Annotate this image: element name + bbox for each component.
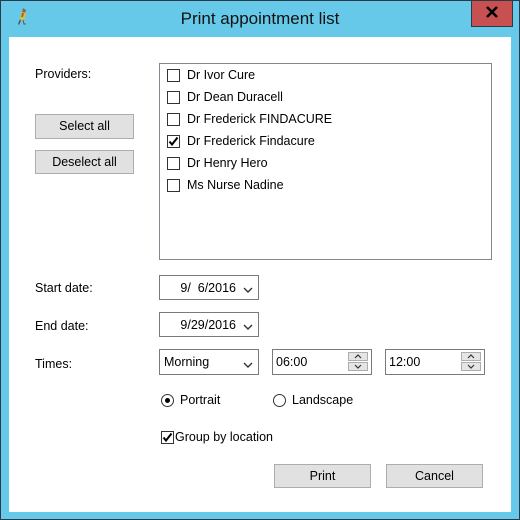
- provider-item[interactable]: Ms Nurse Nadine: [167, 175, 284, 195]
- chevron-down-icon[interactable]: [243, 320, 253, 334]
- provider-checkbox[interactable]: [167, 134, 180, 148]
- radio-button-selected[interactable]: [161, 393, 174, 407]
- provider-name: Dr Frederick Findacure: [187, 134, 315, 148]
- close-icon: [485, 6, 499, 21]
- spin-down-button[interactable]: [461, 362, 481, 371]
- radio-button[interactable]: [273, 393, 286, 407]
- landscape-label: Landscape: [292, 393, 354, 407]
- spin-down-button[interactable]: [348, 362, 368, 371]
- end-date-value: 9/29/2016: [180, 318, 236, 332]
- provider-item[interactable]: Dr Dean Duracell: [167, 87, 283, 107]
- chevron-down-icon[interactable]: [243, 358, 253, 372]
- group-by-location-label: Group by location: [175, 430, 273, 444]
- spin-up-button[interactable]: [461, 352, 481, 361]
- checkbox[interactable]: [161, 430, 174, 444]
- portrait-radio[interactable]: Portrait: [161, 393, 220, 407]
- provider-name: Dr Ivor Cure: [187, 68, 256, 82]
- provider-name: Ms Nurse Nadine: [187, 178, 284, 192]
- end-time-spinner[interactable]: 12:00: [385, 349, 485, 375]
- start-time-value[interactable]: 06:00: [276, 355, 307, 369]
- portrait-label: Portrait: [180, 393, 221, 407]
- checkmark-icon: [162, 432, 173, 442]
- start-time-spinner[interactable]: 06:00: [272, 349, 372, 375]
- provider-checkbox[interactable]: [167, 68, 180, 82]
- provider-checkbox[interactable]: [167, 112, 180, 126]
- end-date-label: End date:: [35, 319, 89, 333]
- provider-item[interactable]: Dr Frederick Findacure: [167, 131, 315, 151]
- provider-item[interactable]: Dr Frederick FINDACURE: [167, 109, 332, 129]
- chevron-up-icon: [467, 354, 475, 359]
- deselect-all-button[interactable]: Deselect all: [35, 150, 134, 174]
- providers-label: Providers:: [35, 67, 92, 81]
- start-date-label: Start date:: [35, 281, 93, 295]
- cancel-button[interactable]: Cancel: [386, 464, 483, 488]
- provider-name: Dr Dean Duracell: [187, 90, 283, 104]
- chevron-down-icon: [467, 364, 475, 369]
- close-button[interactable]: [471, 1, 513, 27]
- print-button[interactable]: Print: [274, 464, 371, 488]
- select-all-button[interactable]: Select all: [35, 114, 134, 139]
- start-date-value: 9/ 6/2016: [180, 281, 236, 295]
- landscape-radio[interactable]: Landscape: [273, 393, 353, 407]
- chevron-down-icon[interactable]: [243, 283, 253, 297]
- chevron-up-icon: [354, 354, 362, 359]
- spin-up-button[interactable]: [348, 352, 368, 361]
- time-period-value: Morning: [164, 355, 210, 369]
- dialog-window: Print appointment list Providers: Select…: [0, 0, 520, 520]
- times-label: Times:: [35, 357, 73, 371]
- dialog-content: Providers: Select all Deselect all Dr Iv…: [9, 37, 511, 512]
- checkmark-icon: [168, 136, 179, 146]
- start-date-picker[interactable]: 9/ 6/2016: [159, 275, 259, 300]
- time-period-select[interactable]: Morning: [159, 349, 259, 375]
- chevron-down-icon: [354, 364, 362, 369]
- provider-item[interactable]: Dr Henry Hero: [167, 153, 268, 173]
- end-date-picker[interactable]: 9/29/2016: [159, 312, 259, 337]
- provider-checkbox[interactable]: [167, 156, 180, 170]
- end-time-value[interactable]: 12:00: [389, 355, 420, 369]
- provider-name: Dr Frederick FINDACURE: [187, 112, 333, 126]
- provider-name: Dr Henry Hero: [187, 156, 268, 170]
- provider-checkbox[interactable]: [167, 90, 180, 104]
- provider-item[interactable]: Dr Ivor Cure: [167, 65, 255, 85]
- window-title: Print appointment list: [180, 9, 340, 28]
- title-bar[interactable]: Print appointment list: [1, 1, 519, 37]
- providers-checklist[interactable]: Dr Ivor Cure Dr Dean Duracell Dr Frederi…: [159, 63, 492, 260]
- provider-checkbox[interactable]: [167, 178, 180, 192]
- group-by-location-checkbox[interactable]: Group by location: [161, 430, 273, 444]
